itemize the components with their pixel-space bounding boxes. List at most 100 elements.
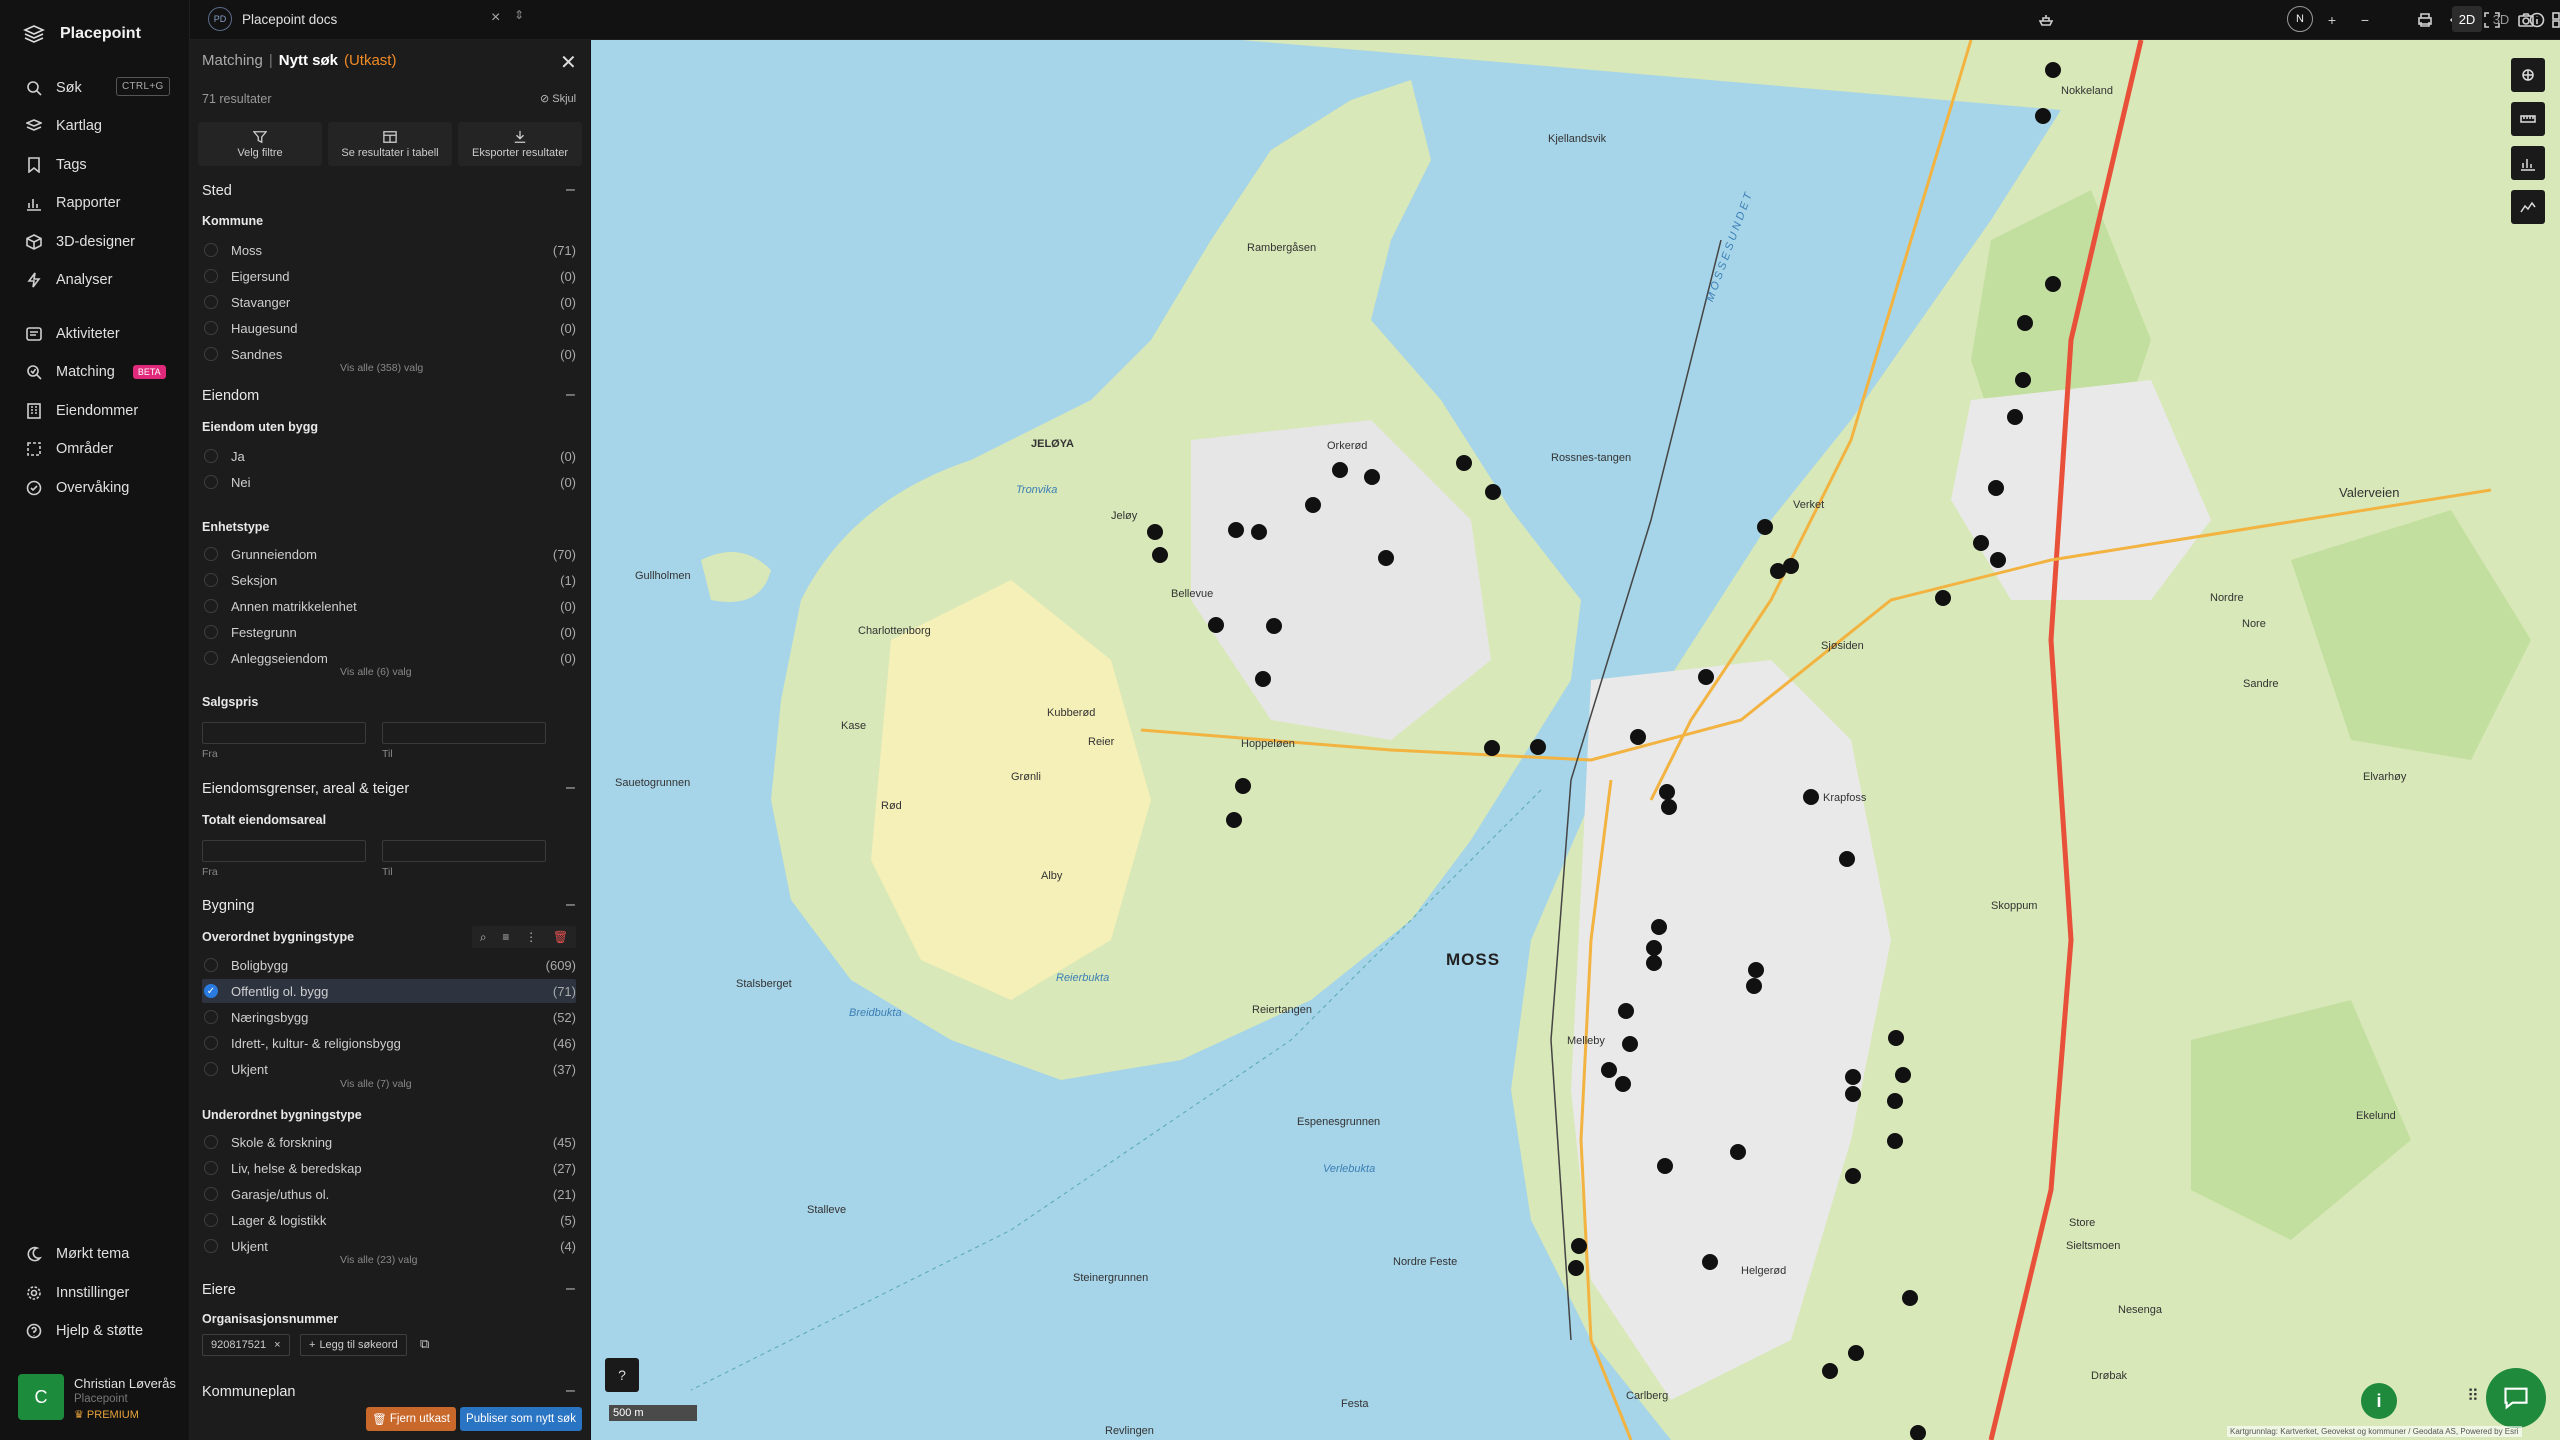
close-icon[interactable]: × — [274, 1339, 280, 1351]
collapse-eiere-icon[interactable]: – — [566, 1280, 575, 1298]
choose-filters-button[interactable]: Velg filtre — [198, 122, 322, 166]
nav-dark-theme[interactable]: Mørkt tema — [26, 1242, 129, 1266]
close-panel-icon[interactable]: ✕ — [560, 50, 577, 75]
option-row[interactable]: Stavanger (0) — [202, 290, 576, 314]
close-document-icon[interactable]: × — [491, 9, 500, 27]
show-all-link[interactable]: Vis alle (358) valg — [340, 362, 423, 374]
price-to-input[interactable] — [382, 722, 546, 744]
option-row[interactable]: Lager & logistikk (5) — [202, 1208, 576, 1232]
radio-icon[interactable] — [204, 321, 218, 335]
radio-icon[interactable] — [204, 1062, 218, 1076]
search-icon[interactable]: ⌕ — [480, 930, 487, 945]
remove-draft-button[interactable]: 🗑 Fjern utkast — [366, 1407, 456, 1431]
map-view[interactable]: MOSS JELØYA MOSSESUNDET Reierbukta Breid… — [591, 40, 2560, 1440]
nav-omrader[interactable]: Områder — [26, 437, 113, 461]
view-3d-button[interactable]: 3D — [2486, 6, 2516, 32]
add-keyword-button[interactable]: + Legg til søkeord — [300, 1334, 407, 1356]
check-icon[interactable]: ✓ — [204, 984, 218, 998]
zoom-out-icon[interactable]: − — [2355, 10, 2375, 30]
breadcrumb-matching[interactable]: Matching — [202, 52, 263, 69]
export-results-button[interactable]: Eksporter resultater — [458, 122, 582, 166]
results-table-button[interactable]: Se resultater i tabell — [328, 122, 452, 166]
option-row[interactable]: Boligbygg (609) — [202, 953, 576, 977]
radio-icon[interactable] — [204, 1187, 218, 1201]
nav-tags[interactable]: Tags — [26, 153, 87, 177]
option-row[interactable]: Nei (0) — [202, 470, 576, 494]
radio-icon[interactable] — [204, 625, 218, 639]
pedestrian-icon[interactable] — [2036, 10, 2056, 30]
chevron-up-down-icon[interactable]: ⇕ — [514, 8, 524, 22]
nav-3d-designer[interactable]: 3D-designer — [26, 230, 135, 254]
radio-icon[interactable] — [204, 1161, 218, 1175]
drag-handle-icon[interactable]: ⠿ — [2467, 1386, 2479, 1406]
radio-icon[interactable] — [204, 1036, 218, 1050]
option-row[interactable]: Grunneiendom (70) — [202, 542, 576, 566]
map-canvas[interactable] — [591, 40, 2560, 1440]
radio-icon[interactable] — [204, 1213, 218, 1227]
collapse-kommuneplan-icon[interactable]: – — [566, 1382, 575, 1400]
section-eiendom[interactable]: Eiendom — [202, 388, 259, 404]
info-circle-icon[interactable] — [2527, 10, 2547, 30]
nav-analyser[interactable]: Analyser — [26, 268, 112, 292]
view-2d-button[interactable]: 2D — [2452, 6, 2482, 32]
nav-rapporter[interactable]: Rapporter — [26, 191, 120, 215]
area-to-input[interactable] — [382, 840, 546, 862]
nav-settings[interactable]: Innstillinger — [26, 1281, 129, 1305]
zoom-in-icon[interactable]: + — [2322, 10, 2342, 30]
list-icon[interactable]: ≡ — [502, 930, 509, 944]
section-kommuneplan[interactable]: Kommuneplan — [202, 1384, 296, 1400]
compass-icon[interactable]: N — [2287, 6, 2313, 32]
option-row[interactable]: Moss (71) — [202, 238, 576, 262]
option-row[interactable]: Annen matrikkelenhet (0) — [202, 594, 576, 618]
section-bygning[interactable]: Bygning — [202, 898, 254, 914]
radio-icon[interactable] — [204, 573, 218, 587]
collapse-eiendom-icon[interactable]: – — [566, 386, 575, 404]
document-selector[interactable]: PD Placepoint docs — [208, 7, 337, 31]
radio-icon[interactable] — [204, 651, 218, 665]
collapse-areal-icon[interactable]: – — [566, 779, 575, 797]
print-icon[interactable] — [2415, 10, 2435, 30]
trash-icon[interactable]: 🗑 — [553, 930, 568, 944]
ruler-tool-button[interactable] — [2511, 102, 2545, 136]
option-row[interactable]: Liv, helse & beredskap (27) — [202, 1156, 576, 1180]
section-eiendomsgrenser[interactable]: Eiendomsgrenser, areal & teiger — [202, 781, 409, 797]
option-row[interactable]: Næringsbygg (52) — [202, 1005, 576, 1029]
collapse-sted-icon[interactable]: – — [566, 181, 575, 199]
radio-icon[interactable] — [204, 1010, 218, 1024]
info-icon[interactable]: i — [2361, 1383, 2397, 1419]
measure-tool-button[interactable] — [2511, 58, 2545, 92]
statistics-tool-button[interactable] — [2511, 146, 2545, 180]
radio-icon[interactable] — [204, 243, 218, 257]
radio-icon[interactable] — [204, 547, 218, 561]
tree-icon[interactable]: ⋮ — [525, 930, 537, 944]
org-number-chip[interactable]: 920817521 × — [202, 1334, 290, 1356]
hide-results-toggle[interactable]: ⊘ Skjul — [540, 92, 576, 105]
radio-icon[interactable] — [204, 958, 218, 972]
radio-icon[interactable] — [204, 347, 218, 361]
option-row[interactable]: Garasje/uthus ol. (21) — [202, 1182, 576, 1206]
price-from-input[interactable] — [202, 722, 366, 744]
option-row[interactable]: Skole & forskning (45) — [202, 1130, 576, 1154]
chat-button[interactable] — [2486, 1368, 2546, 1428]
radio-icon[interactable] — [204, 449, 218, 463]
nav-help[interactable]: Hjelp & støtte — [26, 1319, 143, 1343]
section-eiere[interactable]: Eiere — [202, 1282, 236, 1298]
option-row[interactable]: Festegrunn (0) — [202, 620, 576, 644]
area-from-input[interactable] — [202, 840, 366, 862]
nav-kartlag[interactable]: Kartlag — [26, 114, 102, 138]
radio-icon[interactable] — [204, 599, 218, 613]
collapse-bygning-icon[interactable]: – — [566, 896, 575, 914]
radio-icon[interactable] — [204, 1239, 218, 1253]
help-button[interactable]: ? — [605, 1358, 639, 1392]
publish-search-button[interactable]: Publiser som nytt søk — [460, 1407, 582, 1431]
user-profile[interactable]: C Christian Løverås Placepoint ♛ PREMIUM — [18, 1374, 176, 1421]
radio-icon[interactable] — [204, 295, 218, 309]
option-row[interactable]: Ja (0) — [202, 444, 576, 468]
option-row-selected[interactable]: ✓ Offentlig ol. bygg (71) — [202, 979, 576, 1003]
profile-tool-button[interactable] — [2511, 190, 2545, 224]
radio-icon[interactable] — [204, 475, 218, 489]
nav-overvaking[interactable]: Overvåking — [26, 476, 129, 500]
brand[interactable]: Placepoint — [22, 22, 141, 46]
option-row[interactable]: Idrett-, kultur- & religionsbygg (46) — [202, 1031, 576, 1055]
nav-search[interactable]: Søk — [26, 76, 82, 100]
